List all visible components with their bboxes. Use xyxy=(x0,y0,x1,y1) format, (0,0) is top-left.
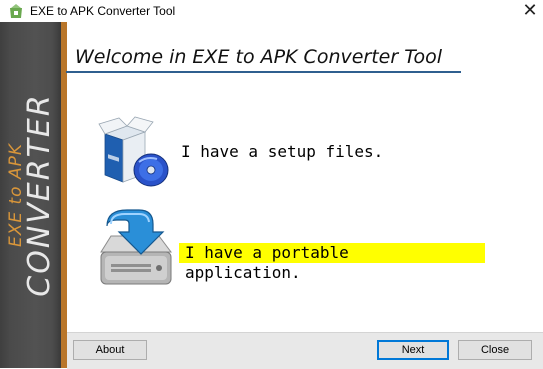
setup-files-label: I have a setup files. xyxy=(181,142,384,161)
option-setup-files[interactable]: I have a setup files. xyxy=(95,112,395,192)
portable-application-label: I have a portable application. xyxy=(179,243,485,282)
title-underline xyxy=(66,71,461,73)
close-button[interactable]: Close xyxy=(458,340,532,360)
title-bar: EXE to APK Converter Tool ✕ xyxy=(0,0,543,22)
software-box-cd-icon xyxy=(98,116,169,187)
page-title: Welcome in EXE to APK Converter Tool xyxy=(75,46,443,68)
app-icon xyxy=(10,4,22,18)
option-portable-application[interactable]: I have a portable application. xyxy=(95,206,485,292)
sidebar-banner: EXE to APK CONVERTER xyxy=(0,22,67,368)
sidebar-big-text: CONVERTER xyxy=(22,93,57,297)
window-title: EXE to APK Converter Tool xyxy=(30,4,176,18)
hard-drive-download-icon xyxy=(100,209,172,285)
next-button[interactable]: Next xyxy=(377,340,449,360)
window-close-button[interactable]: ✕ xyxy=(517,0,543,22)
sidebar-text: EXE to APK CONVERTER xyxy=(0,22,61,368)
about-button[interactable]: About xyxy=(73,340,147,360)
